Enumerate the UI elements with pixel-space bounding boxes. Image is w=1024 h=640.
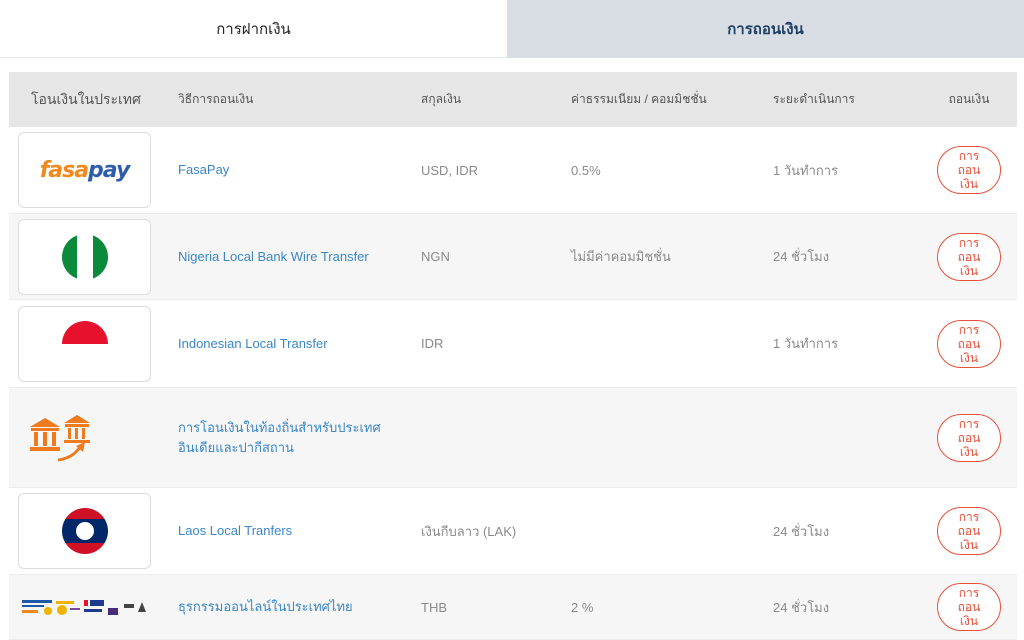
nigeria-flag-icon <box>61 233 108 280</box>
header-logo: โอนเงินในประเทศ <box>31 90 141 107</box>
table-row: Nigeria Local Bank Wire Transfer NGN ไม่… <box>9 214 1017 300</box>
withdraw-button[interactable]: การถอนเงิน <box>937 319 1001 368</box>
processing-time: 24 ชั่วโมง <box>773 249 830 264</box>
table-row: ธุรกรรมออนไลน์ในประเทศไทย THB 2 % 24 ชั่… <box>9 575 1017 640</box>
withdraw-button[interactable]: การถอนเงิน <box>937 232 1001 281</box>
method-link[interactable]: ธุรกรรมออนไลน์ในประเทศไทย <box>169 597 421 617</box>
processing-time: 24 ชั่วโมง <box>773 599 830 615</box>
nigeria-flag-card <box>18 218 151 295</box>
method-line-1: การโอนเงินในท้องถิ่นสำหรับประเทศ <box>178 419 381 435</box>
method-link[interactable]: Nigeria Local Bank Wire Transfer <box>169 247 421 267</box>
withdraw-button[interactable]: การถอนเงิน <box>937 583 1001 631</box>
withdraw-button[interactable]: การถอนเงิน <box>937 413 1001 462</box>
withdrawal-methods-table: โอนเงินในประเทศ วิธีการถอนเงิน สกุลเงิน … <box>9 72 1017 640</box>
currency-value: IDR <box>421 336 444 351</box>
laos-flag-icon <box>61 508 108 554</box>
currency-value: เงินกีบลาว (LAK) <box>421 523 517 539</box>
table-row: Laos Local Tranfers เงินกีบลาว (LAK) 24 … <box>9 488 1017 575</box>
laos-flag-card <box>18 493 151 569</box>
header-method: วิธีการถอนเงิน <box>178 92 254 106</box>
thai-banks-logos <box>22 600 146 615</box>
table-row: การโอนเงินในท้องถิ่นสำหรับประเทศ อินเดีย… <box>9 388 1017 488</box>
fee-value: ไม่มีค่าคอมมิชชั่น <box>571 249 671 264</box>
tab-withdraw[interactable]: การถอนเงิน <box>507 0 1024 58</box>
header-currency: สกุลเงิน <box>421 92 462 106</box>
method-link[interactable]: การโอนเงินในท้องถิ่นสำหรับประเทศ อินเดีย… <box>169 418 421 458</box>
currency-value: NGN <box>421 249 450 264</box>
currency-value: THB <box>421 599 447 615</box>
processing-time: 1 วันทำการ <box>773 162 839 178</box>
table-row: Indonesian Local Transfer IDR 1 วันทำการ… <box>9 300 1017 388</box>
fee-value: 0.5% <box>571 162 601 178</box>
table-row: fasapay FasaPay USD, IDR 0.5% 1 วันทำการ… <box>9 127 1017 214</box>
method-line-2: อินเดียและปากีสถาน <box>178 439 294 455</box>
indonesia-flag-icon <box>61 320 108 367</box>
currency-value: USD, IDR <box>421 162 479 178</box>
header-fee: ค่าธรรมเนียม / คอมมิชชั่น <box>571 92 707 106</box>
withdraw-button[interactable]: การถอนเงิน <box>937 146 1001 194</box>
fee-value: 2 % <box>571 599 594 615</box>
method-link[interactable]: Indonesian Local Transfer <box>169 334 421 354</box>
fasapay-logo: fasapay <box>18 132 151 208</box>
bank-transfer-icon <box>30 414 90 461</box>
header-action: ถอนเงิน <box>948 92 990 106</box>
header-time: ระยะดำเนินการ <box>773 92 855 106</box>
withdraw-button[interactable]: การถอนเงิน <box>937 507 1001 555</box>
processing-time: 24 ชั่วโมง <box>773 523 830 539</box>
method-link[interactable]: Laos Local Tranfers <box>169 521 421 541</box>
tab-bar: การฝากเงิน การถอนเงิน <box>0 0 1024 58</box>
tab-deposit[interactable]: การฝากเงิน <box>0 0 507 58</box>
processing-time: 1 วันทำการ <box>773 336 839 351</box>
method-link[interactable]: FasaPay <box>169 160 421 180</box>
table-header: โอนเงินในประเทศ วิธีการถอนเงิน สกุลเงิน … <box>9 72 1017 127</box>
indonesia-flag-card <box>18 305 151 382</box>
